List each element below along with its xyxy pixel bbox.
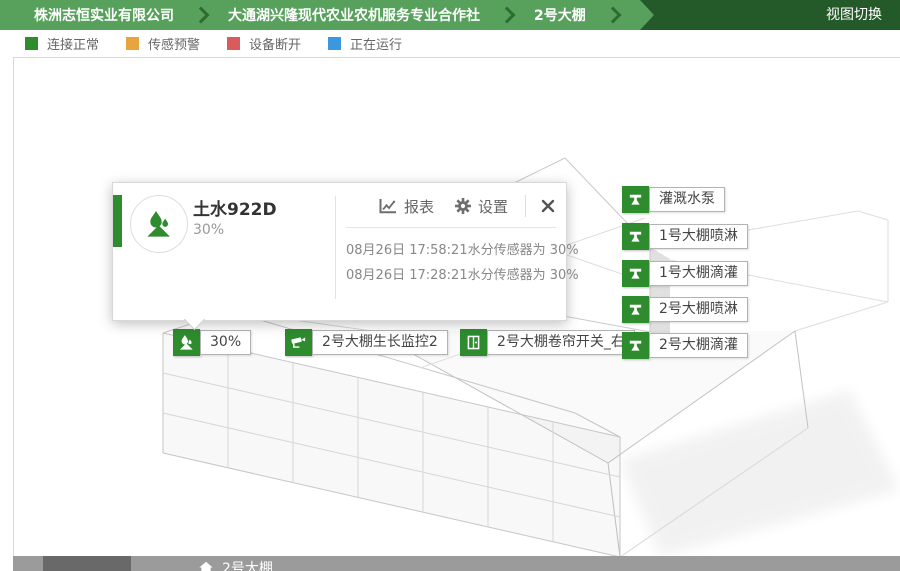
green-status-swatch: [25, 37, 38, 50]
sensor-log-entry: 08月26日 17:28:21水分传感器为 30%: [346, 263, 579, 288]
view-switch-button[interactable]: 视图切换: [808, 0, 900, 30]
header-bar: 株洲志恒实业有限公司 大通湖兴隆现代农业农机服务专业合作社 2号大棚 视图切换: [0, 0, 900, 30]
device-label: 2号大棚卷帘开关_右: [487, 330, 635, 355]
legend-item-connected: 连接正常: [25, 34, 99, 53]
actions-divider: [525, 195, 526, 217]
bottom-bar-title-label: 2号大棚: [222, 558, 273, 571]
valve-icon: [622, 186, 649, 213]
app-window: 株洲志恒实业有限公司 大通湖兴隆现代农业农机服务专业合作社 2号大棚 视图切换 …: [0, 0, 900, 571]
settings-label: 设置: [478, 196, 508, 217]
sensor-detail-popup: 土水922D 30% 报表 设置 08月26日 17:58:21水分传感器为 3…: [112, 182, 567, 321]
orange-status-swatch: [126, 37, 139, 50]
line-chart-icon: [378, 197, 398, 215]
popup-horizontal-divider: [346, 227, 556, 228]
device-irrigation-pump[interactable]: 灌溉水泵: [622, 186, 725, 213]
legend-label: 正在运行: [350, 34, 402, 53]
sensor-name: 土水922D: [193, 195, 277, 220]
chevron-right-icon: [193, 7, 210, 24]
device-label: 1号大棚喷淋: [649, 224, 748, 249]
close-icon: [541, 199, 555, 213]
device-gh2-drip[interactable]: 2号大棚滴灌: [622, 332, 748, 359]
house-icon: [198, 560, 214, 571]
device-label: 灌溉水泵: [649, 187, 725, 212]
device-gh2-sprinkler[interactable]: 2号大棚喷淋: [622, 296, 748, 323]
blue-status-swatch: [328, 37, 341, 50]
valve-icon: [622, 260, 649, 287]
breadcrumb-arrow-end: [640, 0, 654, 30]
chevron-right-icon: [604, 7, 621, 24]
header-spacer: [654, 0, 808, 30]
legend-label: 传感预警: [148, 34, 200, 53]
soil-moisture-icon: [130, 195, 188, 253]
breadcrumb-company[interactable]: 株洲志恒实业有限公司: [34, 5, 174, 25]
close-button[interactable]: [541, 199, 555, 213]
breadcrumb-greenhouse2[interactable]: 2号大棚: [534, 5, 586, 25]
device-curtain-switch[interactable]: 2号大棚卷帘开关_右: [460, 329, 635, 356]
sensor-log-list: 08月26日 17:58:21水分传感器为 30% 08月26日 17:28:2…: [346, 238, 579, 288]
legend-label: 连接正常: [47, 34, 99, 53]
sensor-log-entry: 08月26日 17:58:21水分传感器为 30%: [346, 238, 579, 263]
bottom-bar: 2号大棚: [13, 556, 900, 571]
device-label: 2号大棚生长监控2: [312, 330, 448, 355]
legend-item-disconnected: 设备断开: [227, 34, 301, 53]
device-label: 2号大棚喷淋: [649, 297, 748, 322]
device-soil-moisture-sensor[interactable]: 30%: [173, 329, 251, 356]
valve-icon: [622, 296, 649, 323]
breadcrumb: 株洲志恒实业有限公司 大通湖兴隆现代农业农机服务专业合作社 2号大棚: [0, 0, 640, 30]
settings-button[interactable]: 设置: [454, 196, 508, 217]
status-legend: 连接正常 传感预警 设备断开 正在运行: [25, 30, 402, 57]
device-label: 30%: [200, 330, 251, 355]
chevron-right-icon: [499, 7, 516, 24]
report-button[interactable]: 报表: [378, 196, 434, 217]
gear-icon: [454, 197, 472, 215]
legend-item-running: 正在运行: [328, 34, 402, 53]
door-icon: [460, 329, 487, 356]
sensor-value: 30%: [193, 222, 224, 238]
soil-moisture-icon: [173, 329, 200, 356]
popup-vertical-divider: [335, 196, 336, 299]
popup-accent-bar: [113, 195, 122, 247]
device-growth-camera[interactable]: 2号大棚生长监控2: [285, 329, 448, 356]
red-status-swatch: [227, 37, 240, 50]
report-label: 报表: [404, 196, 434, 217]
device-gh1-drip[interactable]: 1号大棚滴灌: [622, 260, 748, 287]
device-label: 1号大棚滴灌: [649, 261, 748, 286]
device-gh1-sprinkler[interactable]: 1号大棚喷淋: [622, 223, 748, 250]
camera-icon: [285, 329, 312, 356]
valve-icon: [622, 223, 649, 250]
popup-actions: 报表 设置: [378, 195, 555, 217]
valve-icon: [622, 332, 649, 359]
device-label: 2号大棚滴灌: [649, 333, 748, 358]
legend-item-sensor-warning: 传感预警: [126, 34, 200, 53]
bottom-bar-title: 2号大棚: [198, 558, 273, 571]
bottom-bar-tab[interactable]: [43, 556, 131, 571]
legend-label: 设备断开: [249, 34, 301, 53]
breadcrumb-cooperative[interactable]: 大通湖兴隆现代农业农机服务专业合作社: [228, 5, 480, 25]
